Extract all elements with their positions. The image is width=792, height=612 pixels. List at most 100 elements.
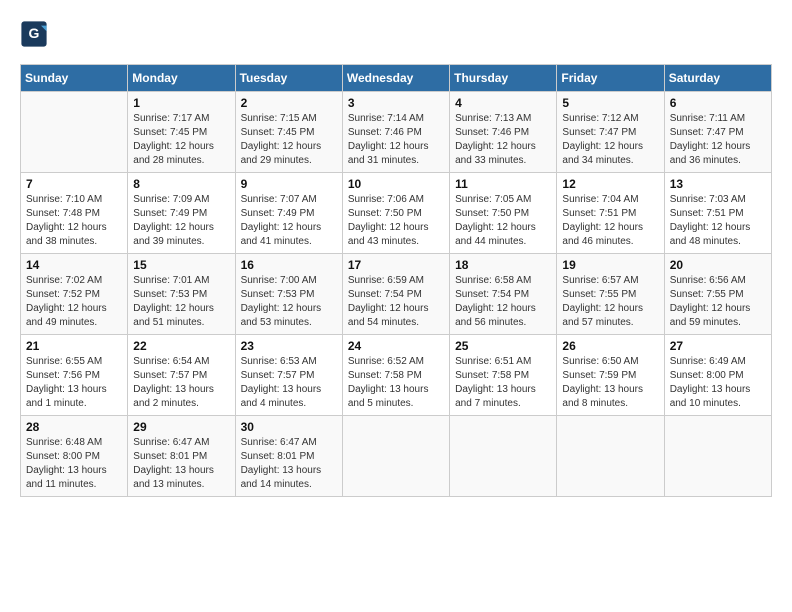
day-info: Sunrise: 6:50 AM Sunset: 7:59 PM Dayligh…: [562, 355, 658, 411]
day-number: 6: [670, 96, 766, 110]
calendar-cell: 2Sunrise: 7:15 AM Sunset: 7:45 PM Daylig…: [235, 92, 342, 173]
calendar-cell: 15 Sunrise: 7:01 AM Sunset: 7:53 PM Dayli…: [128, 254, 235, 335]
day-info: Sunrise: 7:07 AM Sunset: 7:49 PM Dayligh…: [241, 193, 337, 249]
calendar-cell: 29Sunrise: 6:47 AM Sunset: 8:01 PM Dayli…: [128, 416, 235, 497]
day-info: Sunrise: 7:05 AM Sunset: 7:50 PM Dayligh…: [455, 193, 551, 249]
day-info: Sunrise: 7:10 AM Sunset: 7:48 PM Dayligh…: [26, 193, 122, 249]
weekday-header: Tuesday: [235, 65, 342, 92]
weekday-header: Thursday: [450, 65, 557, 92]
calendar-cell: 21Sunrise: 6:55 AM Sunset: 7:56 PM Dayli…: [21, 335, 128, 416]
day-number: 2: [241, 96, 337, 110]
day-info: Sunrise: 6:56 AM Sunset: 7:55 PM Dayligh…: [670, 274, 766, 330]
calendar-week-row: 28 Sunrise: 6:48 AM Sunset: 8:00 PM Dayli…: [21, 416, 772, 497]
day-info: Sunrise: 7:01 AM Sunset: 7:53 PM Dayligh…: [133, 274, 229, 330]
day-number: 15: [133, 258, 229, 272]
calendar-cell: 8 Sunrise: 7:09 AM Sunset: 7:49 PM Daylig…: [128, 173, 235, 254]
day-info: Sunrise: 7:00 AM Sunset: 7:53 PM Dayligh…: [241, 274, 337, 330]
calendar-cell: 20 Sunrise: 6:56 AM Sunset: 7:55 PM Dayli…: [664, 254, 771, 335]
calendar-week-row: 14 Sunrise: 7:02 AM Sunset: 7:52 PM Dayli…: [21, 254, 772, 335]
calendar-table: SundayMondayTuesdayWednesdayThursdayFrid…: [20, 64, 772, 497]
day-info: Sunrise: 6:57 AM Sunset: 7:55 PM Dayligh…: [562, 274, 658, 330]
weekday-header: Friday: [557, 65, 664, 92]
day-info: Sunrise: 7:09 AM Sunset: 7:49 PM Dayligh…: [133, 193, 229, 249]
calendar-cell: 28 Sunrise: 6:48 AM Sunset: 8:00 PM Dayli…: [21, 416, 128, 497]
day-number: 16: [241, 258, 337, 272]
day-number: 10: [348, 177, 444, 191]
day-number: 22: [133, 339, 229, 353]
day-number: 8: [133, 177, 229, 191]
weekday-header: Wednesday: [342, 65, 449, 92]
weekday-header: Saturday: [664, 65, 771, 92]
calendar-cell: 19Sunrise: 6:57 AM Sunset: 7:55 PM Dayli…: [557, 254, 664, 335]
calendar-cell: 23Sunrise: 6:53 AM Sunset: 7:57 PM Dayli…: [235, 335, 342, 416]
day-number: 27: [670, 339, 766, 353]
day-info: Sunrise: 7:14 AM Sunset: 7:46 PM Dayligh…: [348, 112, 444, 168]
calendar-cell: 11 Sunrise: 7:05 AM Sunset: 7:50 PM Dayli…: [450, 173, 557, 254]
day-info: Sunrise: 7:12 AM Sunset: 7:47 PM Dayligh…: [562, 112, 658, 168]
calendar-cell: [664, 416, 771, 497]
day-number: 4: [455, 96, 551, 110]
day-number: 30: [241, 420, 337, 434]
calendar-week-row: 21Sunrise: 6:55 AM Sunset: 7:56 PM Dayli…: [21, 335, 772, 416]
day-info: Sunrise: 7:06 AM Sunset: 7:50 PM Dayligh…: [348, 193, 444, 249]
day-info: Sunrise: 7:04 AM Sunset: 7:51 PM Dayligh…: [562, 193, 658, 249]
day-info: Sunrise: 6:58 AM Sunset: 7:54 PM Dayligh…: [455, 274, 551, 330]
day-info: Sunrise: 6:47 AM Sunset: 8:01 PM Dayligh…: [241, 436, 337, 492]
calendar-cell: 17 Sunrise: 6:59 AM Sunset: 7:54 PM Dayli…: [342, 254, 449, 335]
day-info: Sunrise: 6:49 AM Sunset: 8:00 PM Dayligh…: [670, 355, 766, 411]
day-number: 24: [348, 339, 444, 353]
day-number: 1: [133, 96, 229, 110]
svg-text:G: G: [29, 25, 40, 41]
day-number: 17: [348, 258, 444, 272]
calendar-cell: 18 Sunrise: 6:58 AM Sunset: 7:54 PM Dayli…: [450, 254, 557, 335]
day-number: 26: [562, 339, 658, 353]
calendar-cell: [557, 416, 664, 497]
day-info: Sunrise: 6:53 AM Sunset: 7:57 PM Dayligh…: [241, 355, 337, 411]
calendar-cell: 27 Sunrise: 6:49 AM Sunset: 8:00 PM Dayli…: [664, 335, 771, 416]
day-info: Sunrise: 6:55 AM Sunset: 7:56 PM Dayligh…: [26, 355, 122, 411]
calendar-cell: 7Sunrise: 7:10 AM Sunset: 7:48 PM Daylig…: [21, 173, 128, 254]
day-info: Sunrise: 6:52 AM Sunset: 7:58 PM Dayligh…: [348, 355, 444, 411]
calendar-cell: 1Sunrise: 7:17 AM Sunset: 7:45 PM Daylig…: [128, 92, 235, 173]
calendar-cell: 14 Sunrise: 7:02 AM Sunset: 7:52 PM Dayli…: [21, 254, 128, 335]
day-number: 18: [455, 258, 551, 272]
weekday-header: Sunday: [21, 65, 128, 92]
day-number: 5: [562, 96, 658, 110]
day-info: Sunrise: 6:48 AM Sunset: 8:00 PM Dayligh…: [26, 436, 122, 492]
calendar-cell: 9 Sunrise: 7:07 AM Sunset: 7:49 PM Daylig…: [235, 173, 342, 254]
day-number: 9: [241, 177, 337, 191]
calendar-week-row: 7Sunrise: 7:10 AM Sunset: 7:48 PM Daylig…: [21, 173, 772, 254]
day-info: Sunrise: 7:03 AM Sunset: 7:51 PM Dayligh…: [670, 193, 766, 249]
day-number: 28: [26, 420, 122, 434]
calendar-week-row: 1Sunrise: 7:17 AM Sunset: 7:45 PM Daylig…: [21, 92, 772, 173]
calendar-cell: 24 Sunrise: 6:52 AM Sunset: 7:58 PM Dayli…: [342, 335, 449, 416]
day-number: 14: [26, 258, 122, 272]
calendar-cell: 10 Sunrise: 7:06 AM Sunset: 7:50 PM Dayli…: [342, 173, 449, 254]
logo: G: [20, 20, 52, 48]
calendar-cell: 6 Sunrise: 7:11 AM Sunset: 7:47 PM Daylig…: [664, 92, 771, 173]
page-header: G: [20, 20, 772, 48]
day-number: 3: [348, 96, 444, 110]
calendar-cell: [450, 416, 557, 497]
day-info: Sunrise: 6:54 AM Sunset: 7:57 PM Dayligh…: [133, 355, 229, 411]
weekday-header: Monday: [128, 65, 235, 92]
calendar-cell: 12 Sunrise: 7:04 AM Sunset: 7:51 PM Dayli…: [557, 173, 664, 254]
day-number: 20: [670, 258, 766, 272]
calendar-cell: 30 Sunrise: 6:47 AM Sunset: 8:01 PM Dayli…: [235, 416, 342, 497]
day-info: Sunrise: 7:11 AM Sunset: 7:47 PM Dayligh…: [670, 112, 766, 168]
calendar-cell: 26 Sunrise: 6:50 AM Sunset: 7:59 PM Dayli…: [557, 335, 664, 416]
day-number: 12: [562, 177, 658, 191]
day-number: 11: [455, 177, 551, 191]
weekday-header-row: SundayMondayTuesdayWednesdayThursdayFrid…: [21, 65, 772, 92]
calendar-cell: 4Sunrise: 7:13 AM Sunset: 7:46 PM Daylig…: [450, 92, 557, 173]
calendar-cell: 25Sunrise: 6:51 AM Sunset: 7:58 PM Dayli…: [450, 335, 557, 416]
day-info: Sunrise: 6:59 AM Sunset: 7:54 PM Dayligh…: [348, 274, 444, 330]
calendar-cell: [21, 92, 128, 173]
day-info: Sunrise: 7:02 AM Sunset: 7:52 PM Dayligh…: [26, 274, 122, 330]
calendar-cell: 16 Sunrise: 7:00 AM Sunset: 7:53 PM Dayli…: [235, 254, 342, 335]
calendar-cell: 13Sunrise: 7:03 AM Sunset: 7:51 PM Dayli…: [664, 173, 771, 254]
calendar-cell: [342, 416, 449, 497]
logo-icon: G: [20, 20, 48, 48]
day-number: 25: [455, 339, 551, 353]
calendar-cell: 3 Sunrise: 7:14 AM Sunset: 7:46 PM Daylig…: [342, 92, 449, 173]
